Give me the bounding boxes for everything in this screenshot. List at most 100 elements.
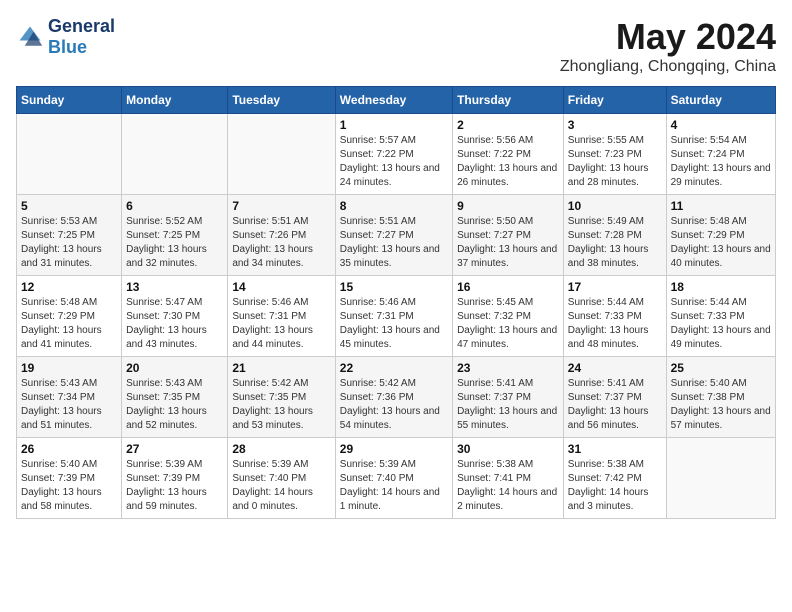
day-number: 7: [232, 199, 330, 213]
calendar-day-cell: 19Sunrise: 5:43 AMSunset: 7:34 PMDayligh…: [17, 357, 122, 438]
day-number: 2: [457, 118, 559, 132]
day-number: 21: [232, 361, 330, 375]
calendar-day-cell: 11 Sunrise: 5:48 AMSunset: 7:29 PMDayligh…: [666, 195, 775, 276]
day-info: Sunrise: 5:57 AMSunset: 7:22 PMDaylight:…: [340, 134, 448, 190]
day-number: 6: [126, 199, 223, 213]
day-number: 19: [21, 361, 117, 375]
day-info: Sunrise: 5:53 AMSunset: 7:25 PMDaylight:…: [21, 215, 117, 271]
day-info: Sunrise: 5:38 AMSunset: 7:41 PMDaylight:…: [457, 458, 559, 514]
day-info: Sunrise: 5:39 AMSunset: 7:40 PMDaylight:…: [232, 458, 330, 514]
day-number: 30: [457, 442, 559, 456]
day-number: 23: [457, 361, 559, 375]
calendar-day-cell: 21 Sunrise: 5:42 AMSunset: 7:35 PMDayligh…: [228, 357, 335, 438]
calendar-day-cell: 16 Sunrise: 5:45 AMSunset: 7:32 PMDayligh…: [453, 276, 564, 357]
day-number: 3: [568, 118, 662, 132]
day-info: Sunrise: 5:48 AMSunset: 7:29 PMDaylight:…: [671, 215, 771, 271]
day-info: Sunrise: 5:40 AMSunset: 7:39 PMDaylight:…: [21, 458, 117, 514]
month-title: May 2024: [560, 16, 776, 58]
day-number: 18: [671, 280, 771, 294]
day-info: Sunrise: 5:47 AMSunset: 7:30 PMDaylight:…: [126, 296, 223, 352]
day-number: 17: [568, 280, 662, 294]
day-info: Sunrise: 5:56 AMSunset: 7:22 PMDaylight:…: [457, 134, 559, 190]
day-info: Sunrise: 5:49 AMSunset: 7:28 PMDaylight:…: [568, 215, 662, 271]
day-number: 14: [232, 280, 330, 294]
day-number: 28: [232, 442, 330, 456]
day-info: Sunrise: 5:51 AMSunset: 7:27 PMDaylight:…: [340, 215, 448, 271]
day-info: Sunrise: 5:46 AMSunset: 7:31 PMDaylight:…: [340, 296, 448, 352]
weekday-header-cell: Tuesday: [228, 87, 335, 114]
calendar-day-cell: 8 Sunrise: 5:51 AMSunset: 7:27 PMDaylight…: [335, 195, 452, 276]
day-info: Sunrise: 5:44 AMSunset: 7:33 PMDaylight:…: [671, 296, 771, 352]
calendar-day-cell: [666, 438, 775, 519]
weekday-header-cell: Friday: [563, 87, 666, 114]
day-info: Sunrise: 5:41 AMSunset: 7:37 PMDaylight:…: [568, 377, 662, 433]
day-number: 31: [568, 442, 662, 456]
calendar-day-cell: 13 Sunrise: 5:47 AMSunset: 7:30 PMDayligh…: [122, 276, 228, 357]
day-info: Sunrise: 5:40 AMSunset: 7:38 PMDaylight:…: [671, 377, 771, 433]
day-number: 16: [457, 280, 559, 294]
day-number: 26: [21, 442, 117, 456]
weekday-header-cell: Monday: [122, 87, 228, 114]
day-info: Sunrise: 5:39 AMSunset: 7:40 PMDaylight:…: [340, 458, 448, 514]
calendar-week-row: 5 Sunrise: 5:53 AMSunset: 7:25 PMDaylight…: [17, 195, 776, 276]
calendar-day-cell: 14 Sunrise: 5:46 AMSunset: 7:31 PMDayligh…: [228, 276, 335, 357]
day-info: Sunrise: 5:42 AMSunset: 7:35 PMDaylight:…: [232, 377, 330, 433]
calendar-day-cell: 15 Sunrise: 5:46 AMSunset: 7:31 PMDayligh…: [335, 276, 452, 357]
day-number: 8: [340, 199, 448, 213]
calendar-day-cell: 18 Sunrise: 5:44 AMSunset: 7:33 PMDayligh…: [666, 276, 775, 357]
day-info: Sunrise: 5:38 AMSunset: 7:42 PMDaylight:…: [568, 458, 662, 514]
calendar-day-cell: 26 Sunrise: 5:40 AMSunset: 7:39 PMDayligh…: [17, 438, 122, 519]
calendar-week-row: 1 Sunrise: 5:57 AMSunset: 7:22 PMDaylight…: [17, 114, 776, 195]
calendar-day-cell: 22Sunrise: 5:42 AMSunset: 7:36 PMDayligh…: [335, 357, 452, 438]
day-info: Sunrise: 5:46 AMSunset: 7:31 PMDaylight:…: [232, 296, 330, 352]
weekday-header-cell: Sunday: [17, 87, 122, 114]
day-info: Sunrise: 5:48 AMSunset: 7:29 PMDaylight:…: [21, 296, 117, 352]
day-info: Sunrise: 5:54 AMSunset: 7:24 PMDaylight:…: [671, 134, 771, 190]
calendar-day-cell: 3 Sunrise: 5:55 AMSunset: 7:23 PMDaylight…: [563, 114, 666, 195]
weekday-header-cell: Wednesday: [335, 87, 452, 114]
calendar-day-cell: 20Sunrise: 5:43 AMSunset: 7:35 PMDayligh…: [122, 357, 228, 438]
calendar-day-cell: 28 Sunrise: 5:39 AMSunset: 7:40 PMDayligh…: [228, 438, 335, 519]
weekday-header-row: SundayMondayTuesdayWednesdayThursdayFrid…: [17, 87, 776, 114]
calendar-day-cell: 6 Sunrise: 5:52 AMSunset: 7:25 PMDaylight…: [122, 195, 228, 276]
day-number: 27: [126, 442, 223, 456]
logo-blue-text: Blue: [48, 37, 87, 57]
day-number: 1: [340, 118, 448, 132]
day-info: Sunrise: 5:39 AMSunset: 7:39 PMDaylight:…: [126, 458, 223, 514]
day-number: 5: [21, 199, 117, 213]
calendar-day-cell: [228, 114, 335, 195]
calendar-day-cell: 25 Sunrise: 5:40 AMSunset: 7:38 PMDayligh…: [666, 357, 775, 438]
location-title: Zhongliang, Chongqing, China: [560, 58, 776, 76]
weekday-header-cell: Saturday: [666, 87, 775, 114]
day-info: Sunrise: 5:45 AMSunset: 7:32 PMDaylight:…: [457, 296, 559, 352]
calendar-day-cell: 4Sunrise: 5:54 AMSunset: 7:24 PMDaylight…: [666, 114, 775, 195]
logo-icon: [16, 23, 44, 51]
calendar-day-cell: 24 Sunrise: 5:41 AMSunset: 7:37 PMDayligh…: [563, 357, 666, 438]
day-number: 29: [340, 442, 448, 456]
calendar-day-cell: 30 Sunrise: 5:38 AMSunset: 7:41 PMDayligh…: [453, 438, 564, 519]
day-number: 13: [126, 280, 223, 294]
logo-general-text: General: [48, 16, 115, 36]
day-info: Sunrise: 5:51 AMSunset: 7:26 PMDaylight:…: [232, 215, 330, 271]
calendar-day-cell: [122, 114, 228, 195]
day-info: Sunrise: 5:55 AMSunset: 7:23 PMDaylight:…: [568, 134, 662, 190]
calendar-day-cell: 7 Sunrise: 5:51 AMSunset: 7:26 PMDaylight…: [228, 195, 335, 276]
day-info: Sunrise: 5:50 AMSunset: 7:27 PMDaylight:…: [457, 215, 559, 271]
day-info: Sunrise: 5:52 AMSunset: 7:25 PMDaylight:…: [126, 215, 223, 271]
calendar-day-cell: [17, 114, 122, 195]
calendar-day-cell: 29 Sunrise: 5:39 AMSunset: 7:40 PMDayligh…: [335, 438, 452, 519]
day-number: 12: [21, 280, 117, 294]
calendar-day-cell: 12 Sunrise: 5:48 AMSunset: 7:29 PMDayligh…: [17, 276, 122, 357]
day-info: Sunrise: 5:42 AMSunset: 7:36 PMDaylight:…: [340, 377, 448, 433]
day-number: 15: [340, 280, 448, 294]
day-info: Sunrise: 5:41 AMSunset: 7:37 PMDaylight:…: [457, 377, 559, 433]
page-header: General Blue May 2024 Zhongliang, Chongq…: [16, 16, 776, 76]
day-number: 11: [671, 199, 771, 213]
day-number: 24: [568, 361, 662, 375]
day-number: 25: [671, 361, 771, 375]
calendar-day-cell: 10Sunrise: 5:49 AMSunset: 7:28 PMDayligh…: [563, 195, 666, 276]
calendar-body: 1 Sunrise: 5:57 AMSunset: 7:22 PMDaylight…: [17, 114, 776, 519]
calendar-day-cell: 17 Sunrise: 5:44 AMSunset: 7:33 PMDayligh…: [563, 276, 666, 357]
day-info: Sunrise: 5:44 AMSunset: 7:33 PMDaylight:…: [568, 296, 662, 352]
calendar-week-row: 19Sunrise: 5:43 AMSunset: 7:34 PMDayligh…: [17, 357, 776, 438]
